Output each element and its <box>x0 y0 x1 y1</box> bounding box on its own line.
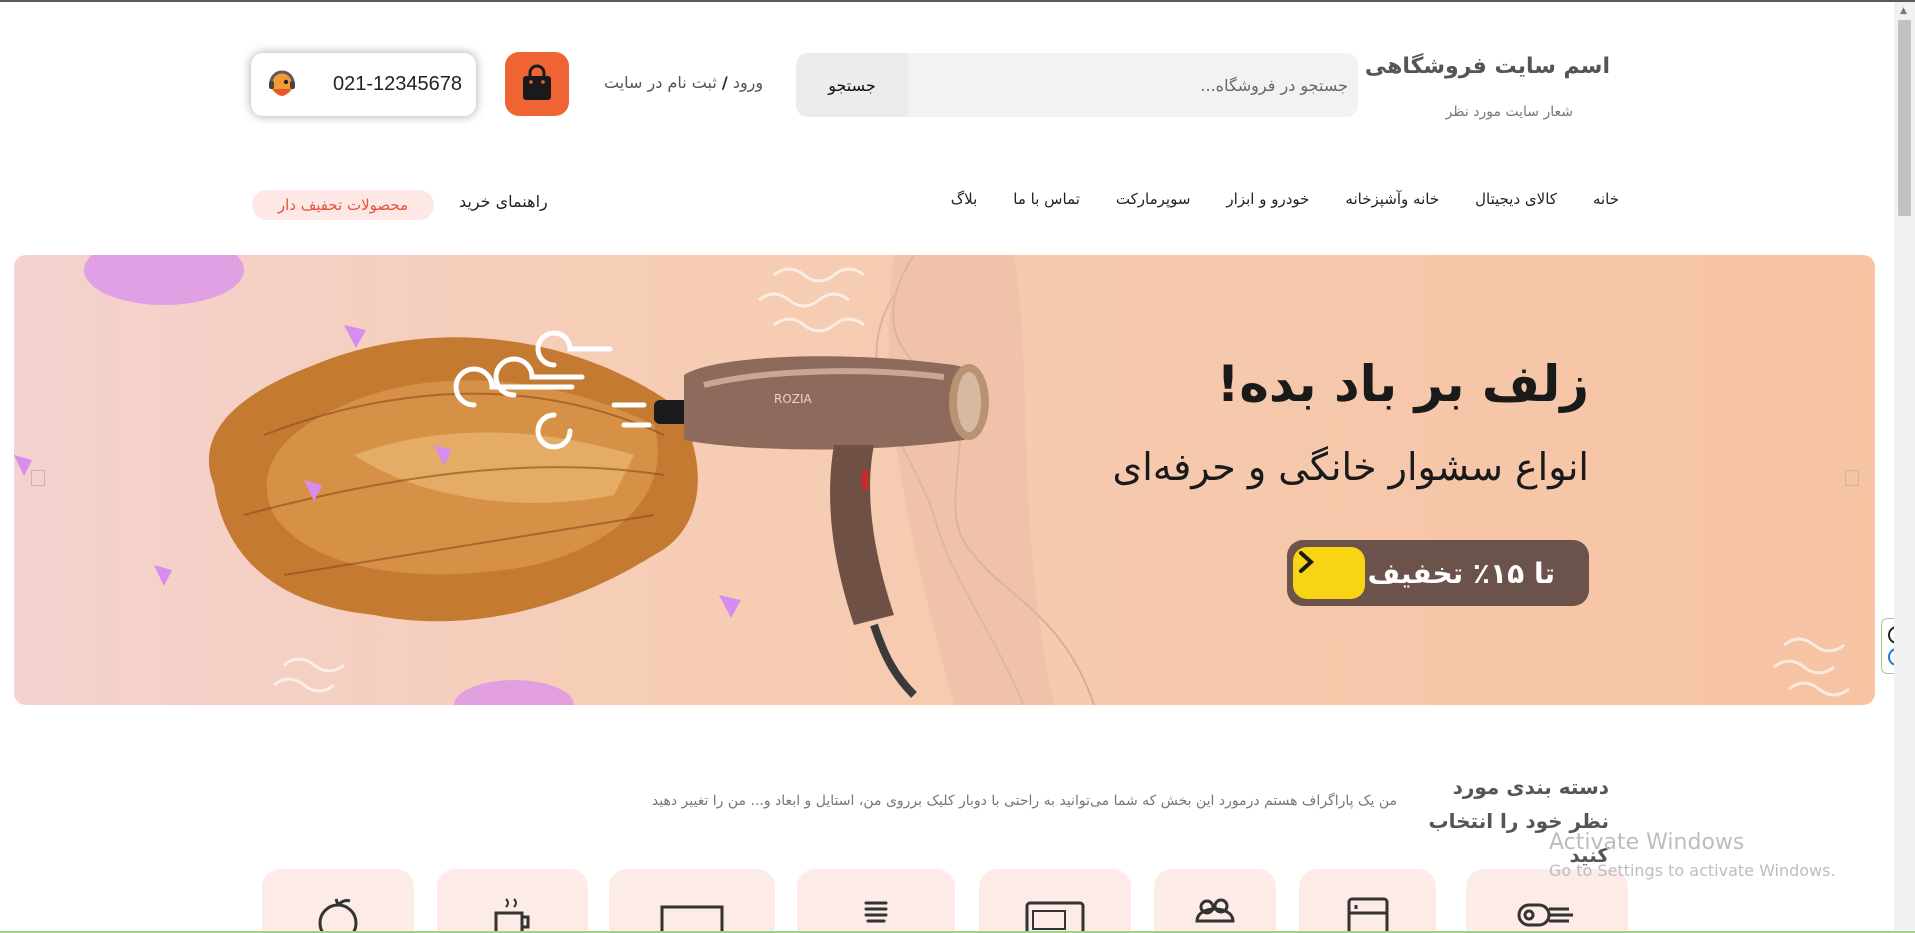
coffee-cup-icon <box>494 898 529 933</box>
windows-activation-watermark: Activate Windows Go to Settings to activ… <box>1549 830 1836 880</box>
slider-prev-button[interactable] <box>31 470 45 486</box>
category-card[interactable] <box>1299 869 1436 933</box>
purple-blob <box>84 255 244 305</box>
support-phone-number[interactable]: 021-12345678 <box>333 73 462 96</box>
window-top-border <box>0 0 1915 2</box>
category-card[interactable] <box>797 869 955 933</box>
category-card[interactable] <box>1154 869 1276 933</box>
main-nav: خانه کالای دیجیتال خانه وآشپزخانه خودرو … <box>915 190 1619 208</box>
cart-button[interactable] <box>505 52 569 116</box>
support-phone-card[interactable]: 021-12345678 <box>251 53 476 116</box>
category-card[interactable] <box>979 869 1131 933</box>
nav-item-home-kitchen[interactable]: خانه وآشپزخانه <box>1345 190 1439 208</box>
nav-item-supermarket[interactable]: سوپرمارکت <box>1116 190 1191 208</box>
hero-banner[interactable]: ROZIA زلف بر باد بده! انواع سشوار خانگی … <box>14 255 1875 705</box>
nav-item-car-tools[interactable]: خودرو و ابزار <box>1226 190 1309 208</box>
page-scrollbar[interactable]: ▲ <box>1894 2 1915 930</box>
nav-item-home[interactable]: خانه <box>1593 190 1619 208</box>
scroll-thumb[interactable] <box>1898 20 1911 216</box>
site-title[interactable]: اسم سایت فروشگاهی <box>1365 54 1610 79</box>
purple-blob <box>454 680 574 705</box>
register-link[interactable]: ثبت نام در سایت <box>604 73 717 92</box>
fruit-icon <box>318 898 358 933</box>
activate-title: Activate Windows <box>1549 830 1745 855</box>
activate-subtitle: Go to Settings to activate Windows. <box>1549 861 1836 880</box>
scroll-up-icon[interactable]: ▲ <box>1900 6 1907 16</box>
login-link[interactable]: ورود <box>733 73 763 92</box>
cake-icon <box>1195 898 1235 923</box>
shopping-guide-link[interactable]: راهنمای خرید <box>459 192 548 211</box>
login-separator: / <box>721 73 728 92</box>
banner-illustration: ROZIA <box>14 255 1850 705</box>
fridge-icon <box>1347 897 1388 933</box>
nav-item-blog[interactable]: بلاگ <box>951 190 978 208</box>
login-register: ورود / ثبت نام در سایت <box>604 73 763 92</box>
nav-item-contact[interactable]: تماس با ما <box>1013 190 1080 208</box>
face-shadow <box>888 255 1054 705</box>
hair-dryer-icon <box>1517 903 1573 927</box>
banner-subheadline: انواع سشوار خانگی و حرفه‌ای <box>1112 445 1589 489</box>
light-bulb-icon <box>864 901 888 923</box>
search-button[interactable]: جستجو <box>796 53 908 117</box>
slider-next-button[interactable] <box>1845 470 1859 486</box>
nav-item-digital[interactable]: کالای دیجیتال <box>1475 190 1557 208</box>
search-box: جستجو <box>796 53 1358 117</box>
search-input[interactable] <box>918 53 1348 117</box>
product-brand: ROZIA <box>774 392 813 406</box>
tv-icon <box>660 905 724 933</box>
site-slogan: شعار سایت مورد نظر <box>1445 104 1573 120</box>
microwave-icon <box>1025 901 1085 933</box>
chevron-right-icon <box>1293 547 1365 599</box>
category-card[interactable] <box>437 869 588 933</box>
category-card[interactable] <box>609 869 775 933</box>
support-headset-icon <box>269 70 295 96</box>
discount-products-button[interactable]: محصولات تحفیف دار <box>252 190 434 220</box>
banner-cta-label: تا ۱۵٪ تخفیف <box>1367 556 1555 590</box>
categories-description: من یک پاراگراف هستم درمورد این بخش که شم… <box>651 793 1397 809</box>
shopping-bag-icon <box>523 64 551 100</box>
banner-headline: زلف بر باد بده! <box>1216 355 1589 413</box>
category-card[interactable] <box>262 869 414 933</box>
banner-cta-button[interactable]: تا ۱۵٪ تخفیف <box>1287 540 1589 606</box>
